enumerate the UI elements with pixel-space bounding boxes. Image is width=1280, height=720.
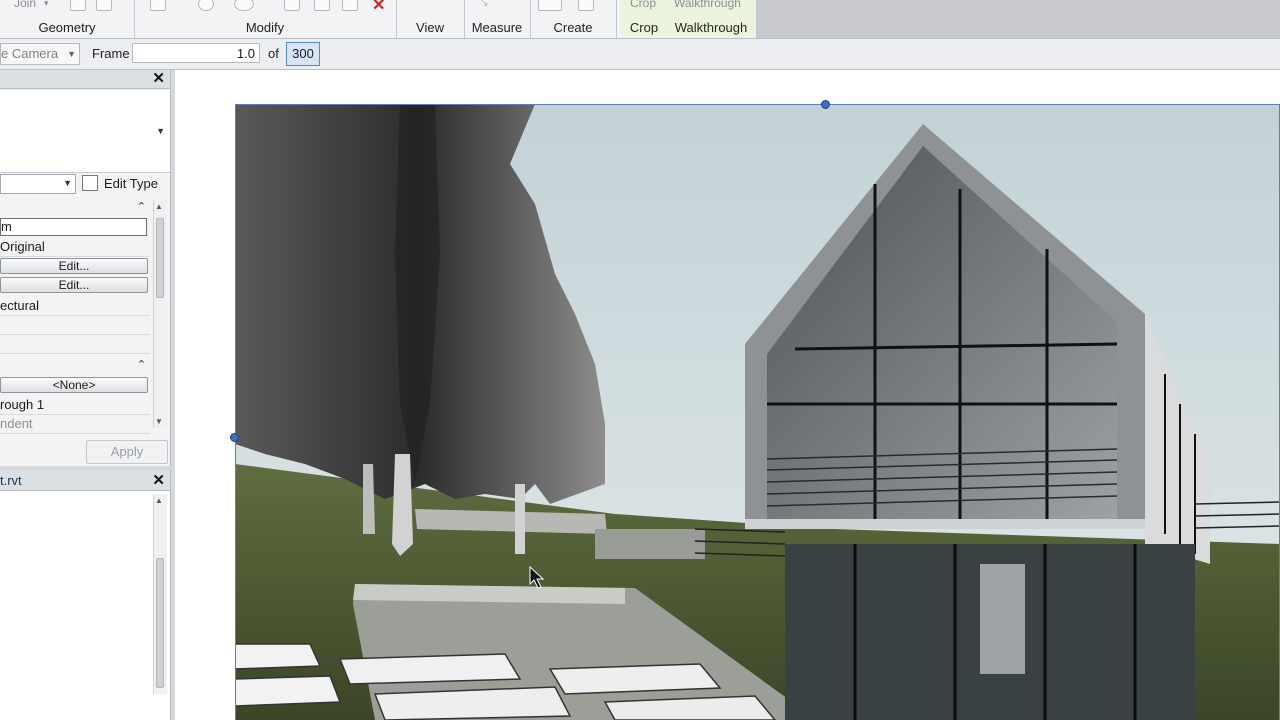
of-label: of [268, 46, 279, 61]
measure-panel-title: Measure [471, 20, 523, 35]
crop-grip-top[interactable] [821, 100, 830, 109]
measure-icon[interactable]: ⤡ [478, 0, 492, 8]
walkthrough-panel-title: Walkthrough [674, 20, 748, 35]
tree-trunk-2 [515, 484, 525, 554]
slab-edge [745, 519, 1145, 529]
move-icon[interactable] [150, 0, 166, 11]
instance-filter-dropdown[interactable]: ▼ [0, 174, 76, 194]
properties-palette: ✕ ▼ ▼ Edit Type ⌃ m Original Edit... Edi… [0, 70, 171, 466]
create-panel[interactable]: Create [530, 0, 617, 38]
edit-type-icon [82, 175, 98, 191]
measure-tools-row: ⤡ [464, 0, 530, 16]
property-edit-button[interactable]: Edit... [0, 258, 148, 274]
browser-scrollbar-thumb[interactable] [156, 558, 164, 688]
mirror-icon[interactable] [314, 0, 330, 11]
camera-dropdown-value: e Camera [1, 46, 59, 61]
total-frames-field[interactable]: 300 [286, 42, 320, 66]
measure-panel[interactable]: ⤡ Measure [464, 0, 531, 38]
tree-trunk-3 [363, 464, 375, 534]
tree-trunk [392, 454, 413, 556]
align-icon[interactable] [284, 0, 300, 11]
property-none-button[interactable]: <None> [0, 377, 148, 393]
create-tools-row [530, 0, 616, 16]
browser-scroll-up-icon[interactable]: ▲ [155, 496, 163, 505]
join-dropdown-icon[interactable]: ▾ [44, 0, 49, 9]
scroll-down-icon[interactable]: ▼ [155, 417, 163, 426]
view-tools-row [396, 0, 464, 16]
property-dependency: ndent [0, 414, 150, 434]
project-browser-scrollbar[interactable]: ▲ [153, 494, 167, 694]
property-discipline: ectural [0, 296, 150, 316]
crop-panel[interactable]: Crop Crop [622, 0, 667, 38]
geometry-tools-row: Join ▾ [0, 0, 134, 16]
project-browser-header: t.rvt ✕ [0, 470, 170, 491]
back-wall-2 [595, 529, 705, 559]
edit-type-label: Edit Type [104, 176, 158, 191]
property-edit-button-2[interactable]: Edit... [0, 277, 148, 293]
ribbon: Join ▾ Geometry ✕ Modify View ⤡ Measure [0, 0, 1280, 39]
scrollbar-thumb[interactable] [156, 218, 164, 298]
cut-geometry-icon[interactable] [70, 0, 86, 11]
geometry-panel[interactable]: Join ▾ Geometry [0, 0, 135, 38]
rotate-icon[interactable] [198, 0, 214, 11]
crop-tool[interactable]: Crop [630, 0, 656, 10]
create-panel-title: Create [553, 20, 593, 35]
ribbon-empty-area [756, 0, 1280, 38]
apply-button[interactable]: Apply [86, 440, 168, 464]
camera-dropdown[interactable]: e Camera ▼ [0, 43, 80, 65]
instance-filter-arrow-icon[interactable]: ▼ [63, 178, 72, 188]
frame-input[interactable]: 1.0 [132, 43, 260, 63]
walkthrough-render-view[interactable] [235, 104, 1280, 720]
properties-header: ✕ [0, 70, 170, 89]
properties-scrollbar[interactable]: ▲ ▼ [153, 200, 167, 428]
property-name-field[interactable]: m [0, 218, 147, 236]
type-selector[interactable]: ▼ [0, 90, 170, 173]
type-selector-arrow-icon[interactable]: ▼ [156, 126, 165, 136]
collapse-group-icon[interactable]: ⌃ [137, 200, 146, 213]
modify-panel[interactable]: ✕ Modify [134, 0, 397, 38]
property-empty-row-2 [0, 334, 150, 354]
wall-joins-icon[interactable] [96, 0, 112, 11]
walkthrough-tool[interactable]: Walkthrough [674, 0, 741, 10]
camera-dropdown-arrow-icon[interactable]: ▼ [67, 44, 76, 64]
collapse-group-icon-2[interactable]: ⌃ [137, 358, 146, 371]
walkthrough-panel[interactable]: Walkthrough Walkthrough [666, 0, 757, 38]
modify-tools-row: ✕ [134, 0, 396, 16]
property-empty-row [0, 315, 150, 335]
options-bar: e Camera ▼ Frame 1.0 of 300 [0, 39, 1280, 70]
edit-type-button[interactable]: Edit Type [82, 174, 158, 194]
scroll-up-icon[interactable]: ▲ [155, 202, 163, 211]
frame-label: Frame [92, 46, 130, 61]
drawing-canvas[interactable] [175, 70, 1280, 720]
project-browser: t.rvt ✕ ▲ [0, 470, 171, 720]
delete-icon[interactable]: ✕ [372, 0, 385, 15]
geometry-panel-title: Geometry [38, 20, 96, 35]
walkthrough-tools-row: Walkthrough [666, 0, 756, 16]
join-tool[interactable]: Join [14, 0, 36, 10]
interior-column [980, 564, 1025, 674]
project-browser-title: t.rvt [0, 473, 22, 488]
offset-icon[interactable] [234, 0, 254, 11]
view-panel-title: View [416, 20, 444, 35]
array-icon[interactable] [342, 0, 358, 11]
create-component-icon[interactable] [538, 0, 562, 11]
modify-panel-title: Modify [245, 20, 285, 35]
project-browser-close-icon[interactable]: ✕ [152, 471, 165, 489]
create-group-icon[interactable] [578, 0, 594, 11]
properties-close-icon[interactable]: ✕ [152, 69, 165, 87]
crop-grip-left[interactable] [230, 433, 239, 442]
view-panel[interactable]: View [396, 0, 465, 38]
crop-panel-title: Crop [629, 20, 659, 35]
property-original: Original [0, 237, 150, 257]
property-view-name: rough 1 [0, 395, 150, 415]
crop-tools-row: Crop [622, 0, 666, 16]
